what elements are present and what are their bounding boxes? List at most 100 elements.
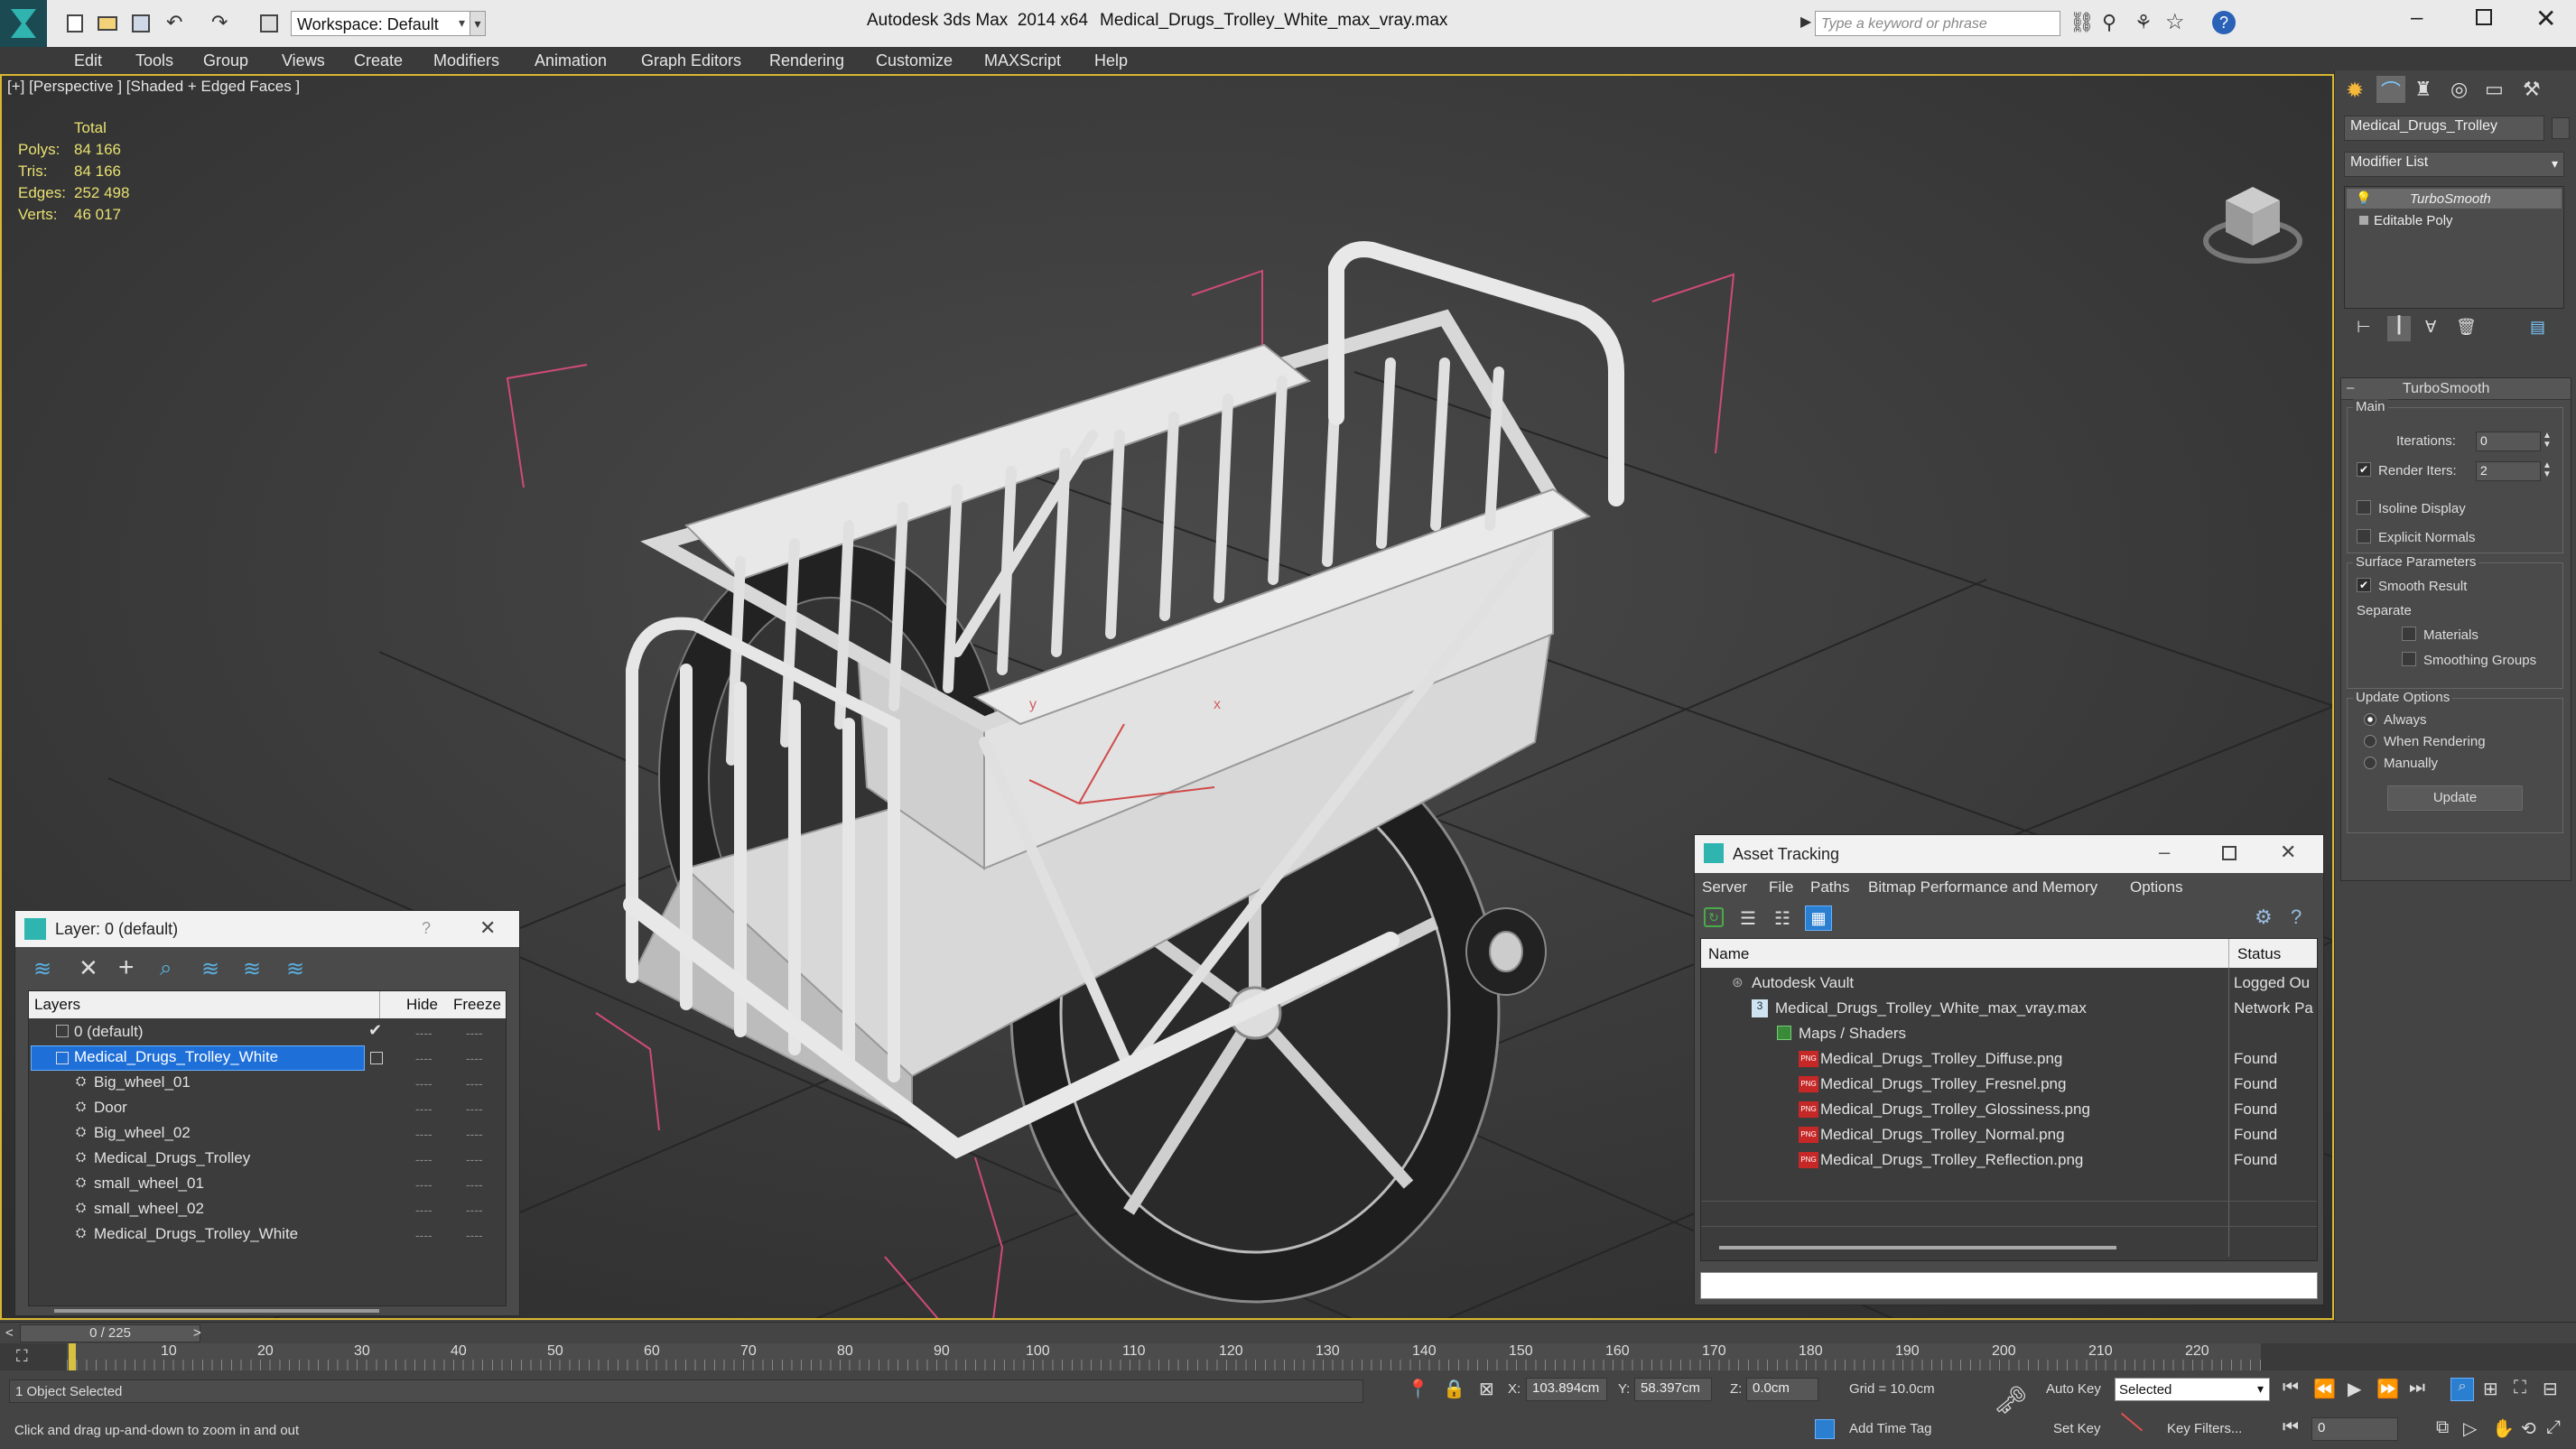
freeze-toggle[interactable]: ---- <box>466 1101 483 1116</box>
next-frame-icon[interactable]: ⏩ <box>2376 1378 2399 1400</box>
asset-tracking-window[interactable]: Asset Tracking – ✕ Server File Paths Bit… <box>1694 834 2324 1305</box>
workspace-arrow-icon[interactable]: ▾ <box>470 11 486 36</box>
iterations-spinner[interactable]: 0 <box>2476 432 2541 451</box>
key-mode-icon[interactable]: ⛶ <box>16 1347 28 1366</box>
when-rendering-radio[interactable] <box>2364 735 2376 748</box>
layer-object-row[interactable]: ⛭ Big_wheel_01 ---- ---- <box>29 1071 506 1096</box>
workspace-dropdown[interactable]: Workspace: Default ▾ <box>291 11 471 36</box>
asset-row[interactable]: PNG Medical_Drugs_Trolley_Normal.png Fou… <box>1701 1123 2317 1148</box>
add-to-layer-icon[interactable]: + <box>118 952 135 983</box>
asset-menu-file[interactable]: File <box>1769 878 1793 896</box>
object-name-field[interactable]: Medical_Drugs_Trolley <box>2344 116 2544 141</box>
app-logo-icon[interactable] <box>0 0 47 47</box>
track-bar[interactable]: ⛶ 10 20 30 40 50 60 70 80 90 100 110 120… <box>0 1343 2576 1370</box>
utilities-tab-icon[interactable]: ⚒ <box>2523 78 2541 101</box>
column-hide[interactable]: Hide <box>406 996 438 1014</box>
zoom-extents-icon[interactable]: ⛶ <box>2514 1378 2526 1398</box>
spinner-arrows-icon[interactable]: ▲ ▼ <box>2543 461 2552 479</box>
new-file-icon[interactable] <box>67 14 83 33</box>
help-icon[interactable]: ? <box>2212 11 2236 34</box>
undo-icon[interactable]: ↶ <box>166 11 182 34</box>
light-bulb-icon[interactable]: 💡 <box>2356 190 2371 206</box>
zoom-icon[interactable]: ⌕ <box>2450 1378 2474 1401</box>
hide-toggle[interactable]: ---- <box>415 1177 432 1192</box>
menu-graph-editors[interactable]: Graph Editors <box>641 51 741 70</box>
redo-icon[interactable]: ↷ <box>211 11 228 34</box>
rollout-header[interactable]: – TurboSmooth <box>2341 378 2571 400</box>
motion-tab-icon[interactable]: ◎ <box>2450 78 2468 101</box>
minimize-icon[interactable]: – <box>2411 5 2423 31</box>
freeze-toggle[interactable]: ---- <box>466 1076 483 1091</box>
zoom-all-icon[interactable]: ⊞ <box>2483 1378 2498 1400</box>
asset-menu-paths[interactable]: Paths <box>1810 878 1849 896</box>
layer-object-row[interactable]: ⛭ Medical_Drugs_Trolley_White ---- ---- <box>29 1222 506 1248</box>
modifier-stack[interactable]: 💡 TurboSmooth Editable Poly <box>2344 186 2564 309</box>
layer-list[interactable]: Layers Hide Freeze 0 (default) ✔ ---- --… <box>28 990 507 1313</box>
favorites-star-icon[interactable]: ☆ <box>2165 9 2185 35</box>
hide-toggle[interactable]: ---- <box>415 1051 432 1065</box>
asset-menu-options[interactable]: Options <box>2130 878 2183 896</box>
layer-object-row[interactable]: ⛭ small_wheel_02 ---- ---- <box>29 1197 506 1222</box>
save-file-icon[interactable] <box>132 14 150 33</box>
asset-path-field[interactable] <box>1700 1272 2318 1299</box>
current-layer-icon[interactable] <box>370 1052 383 1064</box>
layer-object-row[interactable]: ⛭ small_wheel_01 ---- ---- <box>29 1172 506 1197</box>
pan-view-icon[interactable]: ✋ <box>2492 1417 2515 1440</box>
hide-toggle[interactable]: ---- <box>415 1228 432 1242</box>
asset-window-titlebar[interactable]: Asset Tracking – ✕ <box>1695 835 2323 873</box>
timeline[interactable]: < 0 / 225 > ⛶ 10 20 30 40 50 60 70 80 90… <box>0 1322 2576 1370</box>
time-configuration-icon[interactable]: ⧉ <box>2436 1417 2449 1438</box>
menu-views[interactable]: Views <box>282 51 325 70</box>
layer-manager-window[interactable]: Layer: 0 (default) ? ✕ ≋ ✕ + ⌕ ≋ ≋ ≋ Lay… <box>14 910 520 1316</box>
always-radio[interactable] <box>2364 713 2376 726</box>
close-icon[interactable]: ✕ <box>479 916 496 940</box>
layer-window-titlebar[interactable]: Layer: 0 (default) ? ✕ <box>15 911 519 947</box>
create-layer-icon[interactable]: ≋ <box>33 956 51 982</box>
binoculars-icon[interactable]: ⛓ <box>2069 11 2095 34</box>
absolute-mode-icon[interactable]: ⊠ <box>1479 1378 1494 1400</box>
smoothing-groups-checkbox[interactable] <box>2402 652 2416 666</box>
time-slider[interactable]: < 0 / 225 > <box>0 1322 2576 1343</box>
set-key-button[interactable]: Set Key <box>2053 1421 2101 1436</box>
menu-group[interactable]: Group <box>203 51 248 70</box>
menu-animation[interactable]: Animation <box>535 51 607 70</box>
asset-list[interactable]: Name Status ⊛ Autodesk Vault Logged Ou 3… <box>1700 938 2318 1261</box>
column-freeze[interactable]: Freeze <box>453 996 501 1014</box>
freeze-toggle[interactable]: ---- <box>466 1228 483 1242</box>
search-arrow-icon[interactable]: ▶ <box>1800 13 1811 31</box>
z-coordinate-field[interactable]: 0.0cm <box>1746 1378 1818 1401</box>
x-coordinate-field[interactable]: 103.894cm <box>1526 1378 1607 1401</box>
freeze-toggle[interactable]: ---- <box>466 1177 483 1192</box>
lock-selection-icon[interactable]: 🔒 <box>1443 1378 1465 1400</box>
next-frame-arrow-icon[interactable]: > <box>193 1325 201 1341</box>
orbit-icon[interactable]: ⟲ <box>2521 1417 2536 1440</box>
current-frame-field[interactable]: 0 <box>2311 1417 2398 1441</box>
asset-menu-server[interactable]: Server <box>1702 878 1747 896</box>
field-of-view-icon[interactable]: ▷ <box>2463 1417 2477 1440</box>
freeze-toggle[interactable]: ---- <box>466 1051 483 1065</box>
previous-frame-icon[interactable]: ⏪ <box>2313 1378 2336 1400</box>
select-objects-icon[interactable]: ⌕ <box>160 956 172 981</box>
key-filters-button[interactable]: Key Filters... <box>2167 1421 2242 1436</box>
list-view-icon[interactable]: ☰ <box>1740 907 1756 930</box>
layer-row-selected[interactable]: Medical_Drugs_Trolley_White ---- ---- <box>29 1045 506 1071</box>
layer-help-button[interactable]: ? <box>422 919 431 938</box>
explicit-normals-checkbox[interactable] <box>2357 529 2371 543</box>
subscription-icon[interactable]: ⚲ <box>2102 11 2116 34</box>
object-color-swatch[interactable] <box>2552 117 2570 139</box>
make-unique-icon[interactable]: ∀ <box>2425 318 2436 337</box>
minimize-icon[interactable]: – <box>2159 841 2170 864</box>
key-icon[interactable]: 🗝 <box>1994 1385 2028 1416</box>
update-button[interactable]: Update <box>2387 785 2523 811</box>
layer-row[interactable]: 0 (default) ✔ ---- ---- <box>29 1020 506 1045</box>
search-input[interactable]: Type a keyword or phrase <box>1821 16 1987 33</box>
add-time-tag[interactable]: Add Time Tag <box>1849 1421 1931 1436</box>
pin-stack-icon[interactable]: ⊢ <box>2357 318 2371 337</box>
viewport-label[interactable]: [+] [Perspective ] [Shaded + Edged Faces… <box>7 78 300 96</box>
display-tab-icon[interactable]: ▭ <box>2485 78 2504 101</box>
menu-maxscript[interactable]: MAXScript <box>984 51 1061 70</box>
layer-object-row[interactable]: ⛭ Medical_Drugs_Trolley ---- ---- <box>29 1147 506 1172</box>
selection-set-dropdown[interactable]: Selected ▾ <box>2115 1378 2270 1401</box>
asset-row[interactable]: 3 Medical_Drugs_Trolley_White_max_vray.m… <box>1701 997 2317 1022</box>
highlight-layer-icon[interactable]: ≋ <box>201 956 219 982</box>
